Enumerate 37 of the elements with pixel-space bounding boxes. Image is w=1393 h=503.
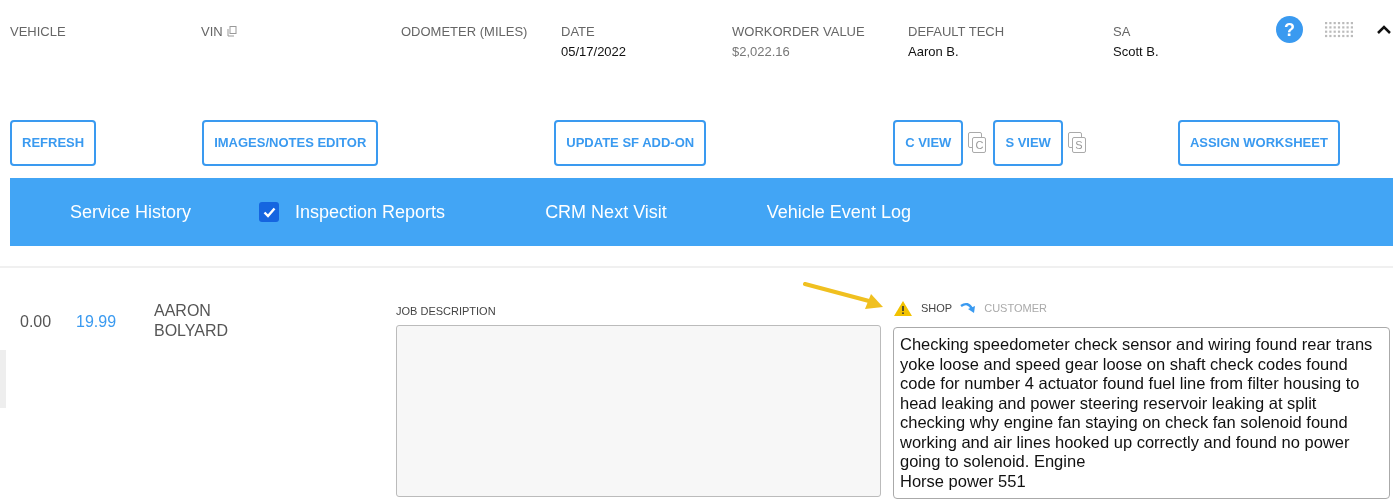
action-button[interactable]: UPDATE SF ADD-ON (554, 120, 707, 166)
field-label: SA (1113, 23, 1131, 41)
action-button[interactable]: IMAGES/NOTES EDITOR (202, 120, 379, 166)
copy-icon[interactable] (226, 26, 237, 38)
help-button[interactable]: ? (1276, 16, 1303, 43)
tab[interactable]: CRM Next Visit (545, 198, 667, 226)
job-amount: 0.00 (20, 312, 53, 332)
tab[interactable]: Service History (70, 198, 192, 226)
field-value: 05/17/2022 (561, 42, 628, 61)
field-label: ODOMETER (MILES) (401, 23, 528, 41)
job-price[interactable]: 19.99 (76, 310, 154, 499)
job-description-field[interactable] (396, 325, 881, 497)
field-label: JOB DESCRIPTION (396, 304, 497, 319)
switch-arrow-icon[interactable] (960, 302, 977, 314)
tab[interactable]: Vehicle Event Log (766, 198, 911, 226)
apps-grid-icon[interactable] (1325, 21, 1355, 38)
field-label: WORKORDER VALUE (732, 23, 865, 41)
notes-field[interactable]: Checking speedometer check sensor and wiring found rear trans yoke loose and speed gear loose on shaft check codes found code for number 4 actuator found fuel line from filter housing to head leaking and power steering reservoir leaking at split checking why engine fan staying on check fan solenoid found working and air lines hooked up correctly and found no power going to solenoid. Engine Horse power 551 (893, 327, 1390, 499)
tab[interactable]: Inspection Reports (295, 198, 446, 226)
action-button[interactable]: C VIEW (893, 120, 964, 166)
action-button[interactable]: S VIEW (993, 120, 1063, 166)
field-label: VIN (201, 23, 223, 41)
field-value: $2,022.16 (732, 42, 791, 61)
tab-checkbox[interactable] (259, 202, 280, 222)
collapse-caret-icon[interactable] (1377, 25, 1391, 34)
warning-icon (893, 299, 913, 317)
checkmark-icon (262, 206, 276, 218)
tech-name: AARON BOLYARD (154, 301, 230, 341)
notes-toggle[interactable]: SHOP (921, 299, 953, 317)
field-value: Aaron B. (908, 42, 960, 61)
action-button[interactable]: ASSIGN WORKSHEET (1177, 120, 1340, 166)
field-label: DATE (561, 23, 595, 41)
action-button[interactable]: REFRESH (10, 120, 97, 166)
field-label: DEFAULT TECH (908, 23, 1005, 41)
field-value: Scott B. (1113, 42, 1160, 61)
notes-toggle[interactable]: CUSTOMER (984, 299, 1047, 317)
field-label: VEHICLE (10, 23, 66, 41)
